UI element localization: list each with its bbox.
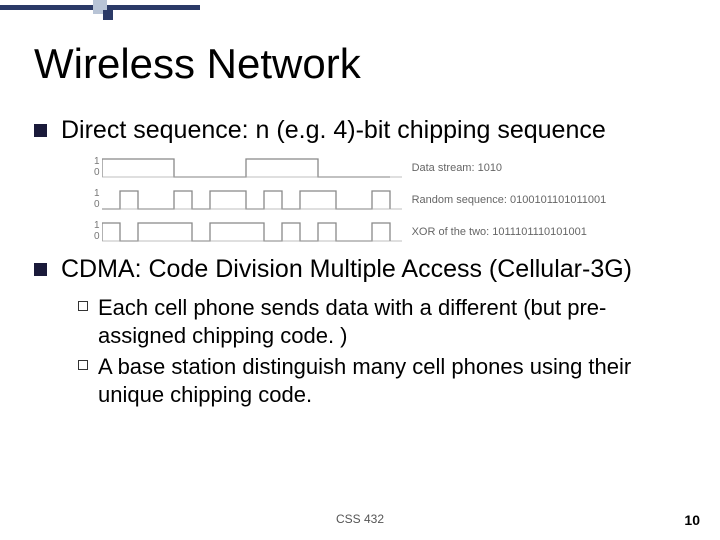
sub-bullet-1-text: Each cell phone sends data with a differ… (98, 294, 686, 349)
bullet-2: CDMA: Code Division Multiple Access (Cel… (34, 255, 686, 284)
bullet-1-text: Direct sequence: n (e.g. 4)-bit chipping… (61, 116, 606, 145)
sub-bullet-2-text: A base station distinguish many cell pho… (98, 353, 686, 408)
hollow-square-icon (78, 360, 88, 370)
axis-labels-1: 1 0 (94, 157, 100, 179)
page-title: Wireless Network (34, 40, 686, 88)
axis-lo: 0 (94, 168, 100, 179)
axis-lo: 0 (94, 200, 100, 211)
footer-text: CSS 432 (0, 512, 720, 526)
wave-row-3: 1 0 XOR of the two: 1011101110101001 (94, 219, 686, 245)
corner-decoration (0, 0, 200, 28)
sub-bullet-1: Each cell phone sends data with a differ… (78, 294, 686, 349)
wave-label-1: Data stream: 1010 (412, 162, 503, 174)
sub-bullet-2: A base station distinguish many cell pho… (78, 353, 686, 408)
bullet-2-text: CDMA: Code Division Multiple Access (Cel… (61, 255, 632, 284)
wave-svg-3 (102, 219, 402, 245)
square-bullet-icon (34, 263, 47, 276)
page-number: 10 (684, 512, 700, 528)
axis-labels-3: 1 0 (94, 221, 100, 243)
bullet-1: Direct sequence: n (e.g. 4)-bit chipping… (34, 116, 686, 145)
deco-square-dark (103, 10, 113, 20)
square-bullet-icon (34, 124, 47, 137)
wave-svg-1 (102, 155, 402, 181)
sub-bullet-list: Each cell phone sends data with a differ… (78, 294, 686, 408)
wave-label-3: XOR of the two: 1011101110101001 (412, 226, 587, 238)
wave-svg-2 (102, 187, 402, 213)
wave-row-1: 1 0 Data stream: 1010 (94, 155, 686, 181)
axis-labels-2: 1 0 (94, 189, 100, 211)
axis-lo: 0 (94, 232, 100, 243)
waveform-diagram: 1 0 Data stream: 1010 1 0 Random sequenc… (94, 155, 686, 245)
hollow-square-icon (78, 301, 88, 311)
wave-row-2: 1 0 Random sequence: 0100101101011001 (94, 187, 686, 213)
wave-label-2: Random sequence: 0100101101011001 (412, 194, 607, 206)
